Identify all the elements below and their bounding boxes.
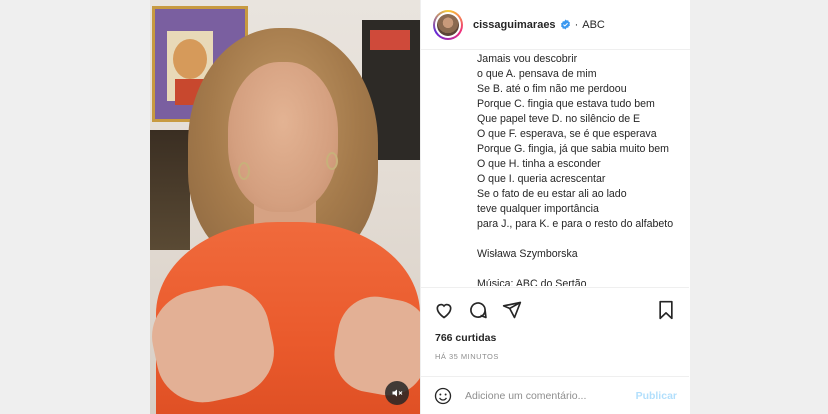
caption-line: Wisława Szymborska bbox=[477, 248, 578, 260]
instagram-post-modal: cissaguimaraes · ABC Jamais vou descobri… bbox=[0, 0, 828, 414]
caption-line: Música: ABC do Sertão bbox=[477, 278, 587, 286]
muted-speaker-icon bbox=[392, 389, 403, 397]
verified-badge-icon bbox=[560, 19, 570, 30]
post-timestamp[interactable]: HÁ 35 MINUTOS bbox=[435, 352, 499, 361]
caption-line: Porque C. fingia que estava tudo bem bbox=[477, 98, 655, 110]
emoji-icon bbox=[434, 387, 452, 404]
caption-line: O que F. esperava, se é que esperava bbox=[477, 128, 657, 140]
background-shelf bbox=[150, 130, 190, 250]
person-face bbox=[228, 62, 338, 212]
caption-line: Se o fato de eu estar ali ao lado bbox=[477, 188, 627, 200]
share-button[interactable] bbox=[501, 299, 523, 321]
modal-backdrop-right bbox=[690, 0, 828, 414]
like-button[interactable] bbox=[433, 299, 455, 321]
post-header: cissaguimaraes · ABC bbox=[421, 0, 690, 50]
earring-left bbox=[238, 162, 250, 180]
caption-line: Se B. até o fim não me perdoou bbox=[477, 83, 627, 95]
mute-toggle-button[interactable] bbox=[385, 381, 409, 405]
comment-icon bbox=[470, 301, 487, 318]
caption-line: o que A. pensava de mim bbox=[477, 68, 597, 80]
save-button[interactable] bbox=[655, 299, 677, 321]
likes-count[interactable]: 766 curtidas bbox=[435, 332, 496, 344]
caption-line: Que papel teve D. no silêncio de E bbox=[477, 113, 641, 125]
share-icon bbox=[502, 301, 522, 318]
comment-input[interactable] bbox=[465, 389, 625, 402]
caption-line: para J., para K. e para o resto do alfab… bbox=[477, 218, 674, 230]
header-separator: · bbox=[574, 18, 579, 31]
earring-right bbox=[326, 152, 338, 170]
caption-line: teve qualquer importância bbox=[477, 203, 599, 215]
caption-text: Jamais vou descobrir o que A. pensava de … bbox=[477, 50, 689, 286]
emoji-button[interactable] bbox=[433, 386, 453, 406]
caption-area: Jamais vou descobrir o que A. pensava de … bbox=[421, 50, 689, 286]
caption-line: Porque G. fingia, já que sabia muito bem bbox=[477, 143, 669, 155]
post-side-panel: cissaguimaraes · ABC Jamais vou descobri… bbox=[420, 0, 690, 414]
caption-line bbox=[477, 232, 689, 247]
avatar[interactable] bbox=[433, 9, 463, 40]
comment-bar: Publicar bbox=[421, 376, 689, 414]
action-bar bbox=[421, 287, 689, 331]
caption-line: O que I. queria acrescentar bbox=[477, 173, 606, 185]
post-video[interactable] bbox=[150, 0, 420, 414]
caption-line: Jamais vou descobrir bbox=[477, 53, 578, 65]
bookmark-icon bbox=[659, 300, 673, 319]
comment-button[interactable] bbox=[467, 299, 489, 321]
username-link[interactable]: cissaguimaraes bbox=[473, 19, 556, 31]
caption-line: O que H. tinha a esconder bbox=[477, 158, 601, 170]
heart-icon bbox=[436, 303, 452, 318]
post-title-tag: ABC bbox=[582, 18, 605, 31]
caption-line bbox=[477, 262, 689, 277]
publish-comment-button[interactable]: Publicar bbox=[636, 390, 677, 402]
